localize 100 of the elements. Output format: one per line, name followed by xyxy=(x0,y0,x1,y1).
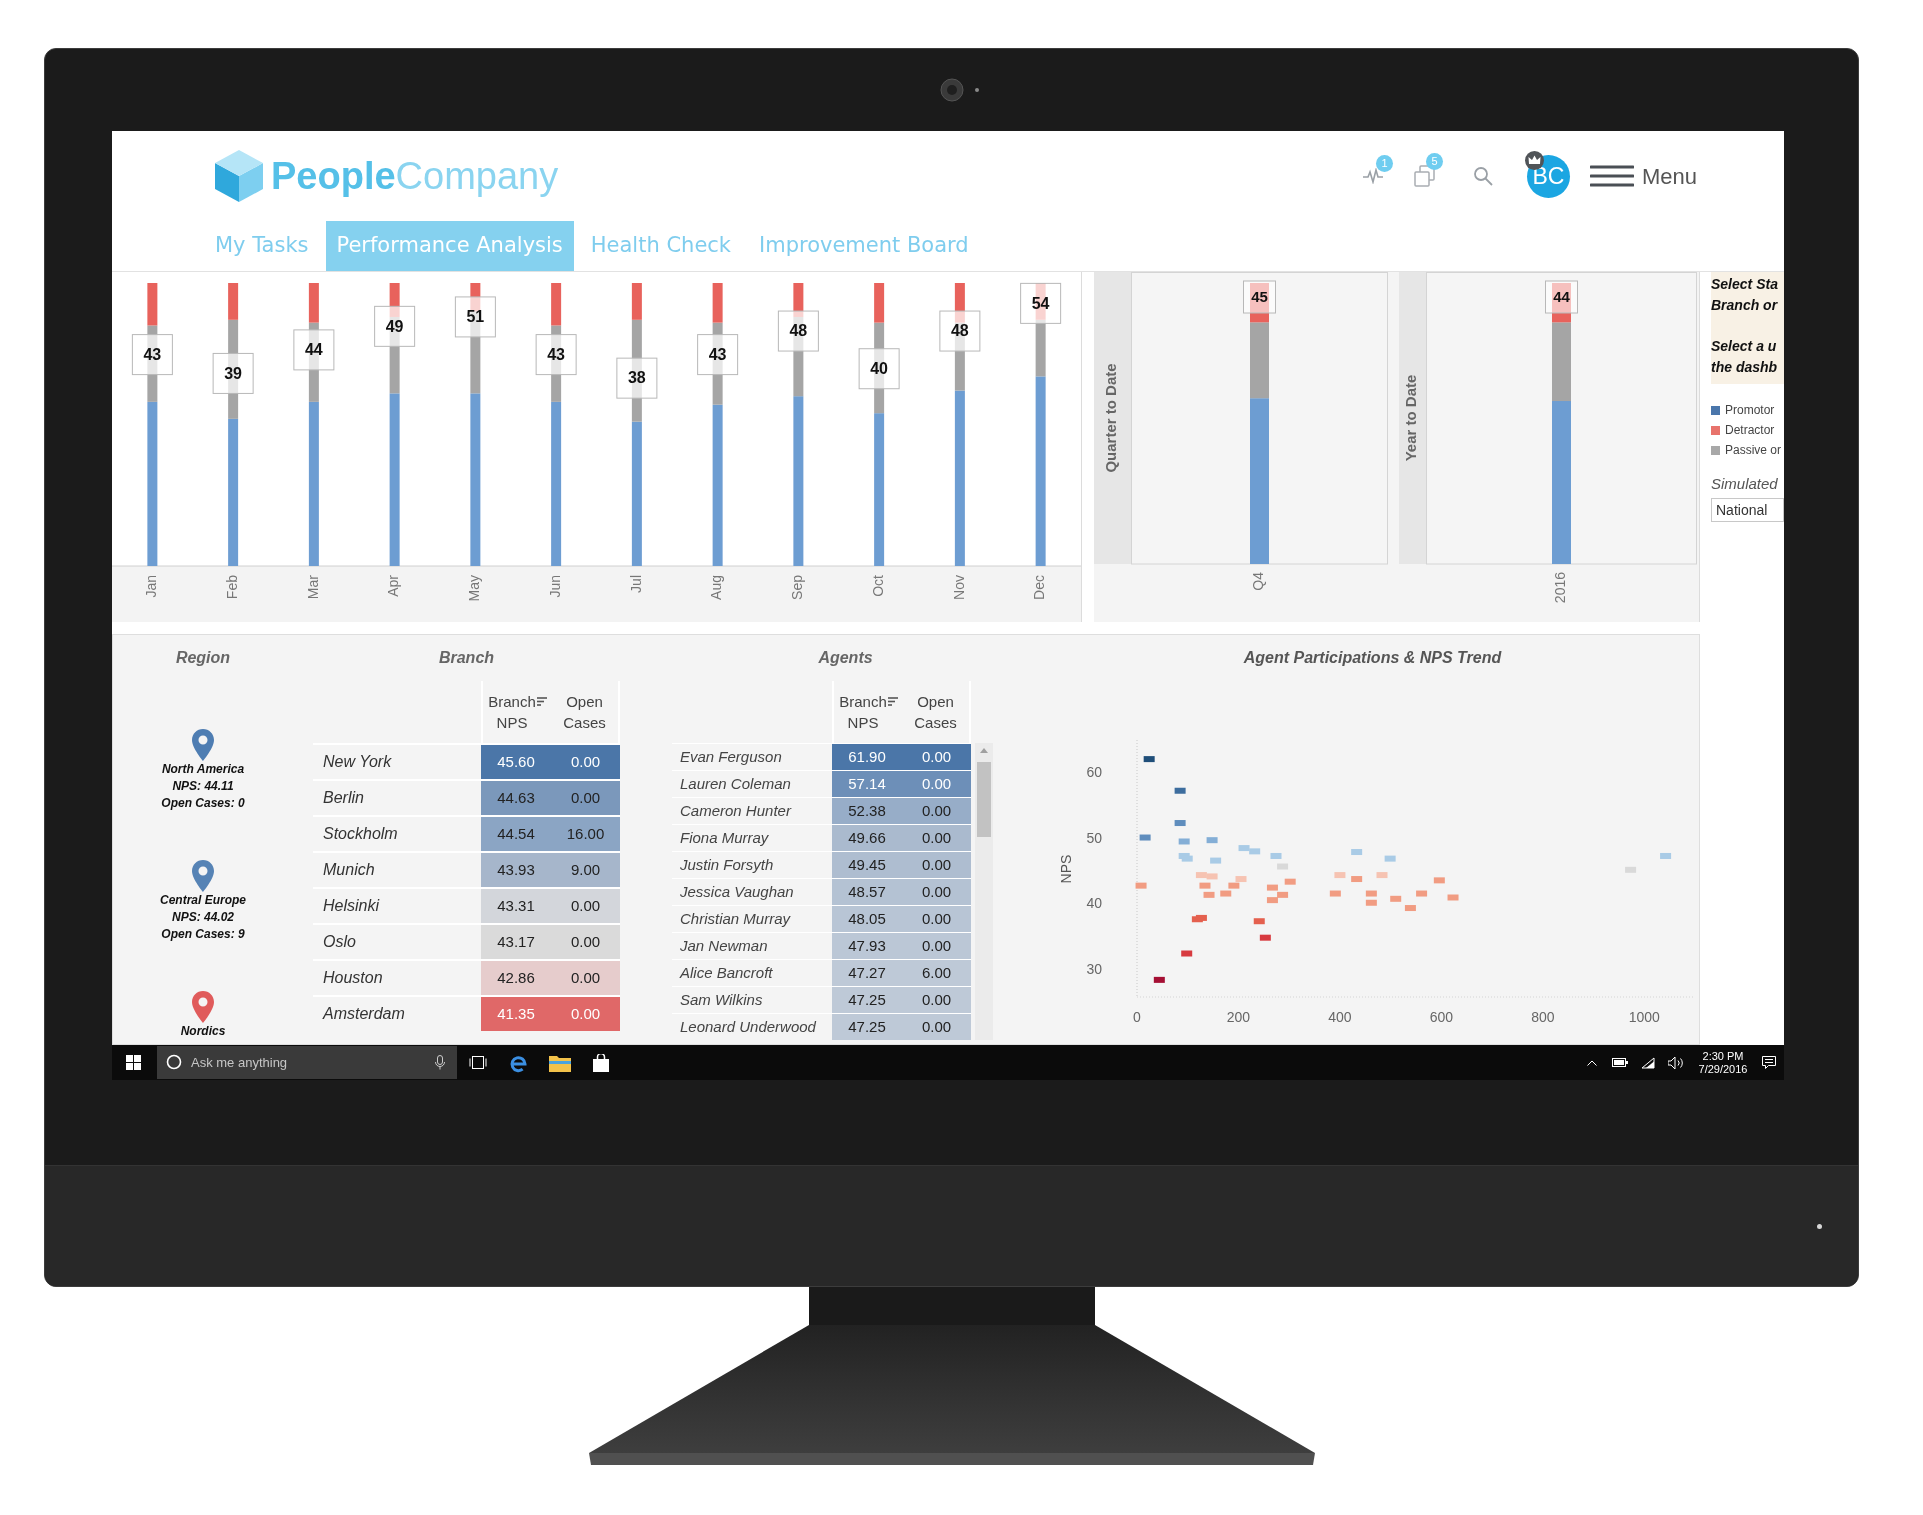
agent-name: Lauren Coleman xyxy=(680,773,791,794)
nps-cell: 52.38 xyxy=(832,798,902,824)
field-label: Simulated xyxy=(1711,474,1779,494)
value-label: 38 xyxy=(616,357,658,399)
note-line: the dashb xyxy=(1711,358,1779,377)
region-open-cases: Open Cases: 9 xyxy=(161,926,245,943)
branch-name: Helsinki xyxy=(323,896,379,916)
open-cases-cell: 0.00 xyxy=(902,906,971,932)
branch-name: Oslo xyxy=(323,932,356,952)
axis-label: May xyxy=(466,575,483,602)
axis-label: Jun xyxy=(546,575,563,598)
axis-label: Jan xyxy=(143,575,160,598)
region-name: Central Europe xyxy=(160,892,246,909)
tick-label: 60 xyxy=(1086,763,1102,780)
legend-label: Promotor xyxy=(1725,402,1775,418)
agent-name: Cameron Hunter xyxy=(680,800,791,821)
agent-name: Christian Murray xyxy=(680,908,791,929)
legend-label: Detractor xyxy=(1725,422,1775,438)
branch-name: Berlin xyxy=(323,788,364,808)
legend-label: Passive or xyxy=(1725,442,1782,458)
region-name: North America xyxy=(161,761,245,778)
region-name: Nordics xyxy=(180,1023,226,1040)
count-badge: 1 xyxy=(1375,155,1393,172)
tick-label: 400 xyxy=(1328,1008,1352,1025)
nps-cell: 57.14 xyxy=(832,771,902,797)
agent-name: Jan Newman xyxy=(680,935,768,956)
nps-cell: 42.86 xyxy=(481,961,551,995)
region-nps: NPS: 44.02 xyxy=(171,909,234,926)
axis-label: Q4 xyxy=(1250,572,1267,591)
axis-label: Aug xyxy=(708,575,725,600)
axis-label: Nov xyxy=(950,575,967,600)
region-open-cases: Open Cases: 0 xyxy=(161,795,245,812)
agent-name: Justin Forsyth xyxy=(680,854,774,875)
column-header: Open Cases xyxy=(913,692,958,733)
open-cases-cell: 0.00 xyxy=(551,889,620,923)
branch-name: Amsterdam xyxy=(323,1004,405,1024)
agent-name: Sam Wilkins xyxy=(680,989,763,1010)
count-badge: 5 xyxy=(1425,153,1443,170)
tick-label: 200 xyxy=(1226,1008,1251,1025)
nps-cell: 47.25 xyxy=(832,987,902,1013)
nps-cell: 43.93 xyxy=(481,853,551,887)
open-cases-cell: 0.00 xyxy=(902,771,971,797)
nps-cell: 44.63 xyxy=(481,781,551,815)
nps-cell: 49.45 xyxy=(832,852,902,878)
note-line: Branch or xyxy=(1711,296,1779,315)
axis-label: Dec xyxy=(1031,575,1048,600)
section-heading: Region xyxy=(175,648,231,668)
agent-name: Evan Ferguson xyxy=(680,746,782,767)
open-cases-cell: 0.00 xyxy=(551,961,620,995)
clock-time: 2:30 PM xyxy=(1702,1049,1744,1063)
value-label: 54 xyxy=(1020,282,1062,324)
open-cases-cell: 0.00 xyxy=(551,925,620,959)
open-cases-cell: 0.00 xyxy=(902,852,971,878)
value-label: 43 xyxy=(535,334,577,376)
value-label: 48 xyxy=(939,310,981,352)
region-nps: NPS: 44.11 xyxy=(172,778,234,795)
note-line: Select a u xyxy=(1711,337,1778,356)
nps-cell: 43.31 xyxy=(481,889,551,923)
section-heading: Agents xyxy=(818,648,873,668)
nps-cell: 41.35 xyxy=(481,997,551,1031)
open-cases-cell: 0.00 xyxy=(902,1014,971,1040)
axis-label: Sep xyxy=(789,575,806,600)
value-label: 44 xyxy=(1545,280,1578,314)
value-label: 45 xyxy=(1243,280,1276,314)
note-line: Select Sta xyxy=(1711,275,1779,294)
nps-cell: 49.66 xyxy=(832,825,902,851)
nps-cell: 48.05 xyxy=(832,906,902,932)
tick-label: 600 xyxy=(1429,1008,1454,1025)
chart-title: Agent Participations & NPS Trend xyxy=(1243,648,1502,668)
axis-label: Feb xyxy=(223,575,240,600)
tick-label: 30 xyxy=(1086,961,1102,978)
panel-title: Quarter to Date xyxy=(1102,363,1120,473)
agent-name: Alice Bancroft xyxy=(680,962,773,983)
value-label: 43 xyxy=(697,334,739,376)
branch-name: Munich xyxy=(323,860,375,880)
nps-cell: 44.54 xyxy=(481,817,551,851)
nps-cell: 61.90 xyxy=(832,744,902,770)
agent-name: Leonard Underwood xyxy=(680,1016,816,1037)
open-cases-cell: 9.00 xyxy=(551,853,620,887)
open-cases-cell: 16.00 xyxy=(551,817,620,851)
nps-cell: 47.93 xyxy=(832,933,902,959)
value-label: 51 xyxy=(454,296,496,338)
open-cases-cell: 0.00 xyxy=(902,744,971,770)
axis-label: 2016 xyxy=(1552,572,1569,604)
branch-name: Houston xyxy=(323,968,383,988)
panel-title: Year to Date xyxy=(1402,374,1420,462)
tick-label: 1000 xyxy=(1628,1008,1660,1025)
open-cases-cell: 0.00 xyxy=(902,987,971,1013)
value-label: 40 xyxy=(858,348,900,390)
tick-label: 800 xyxy=(1531,1008,1555,1025)
value-label: 44 xyxy=(293,329,335,371)
section-heading: Branch xyxy=(438,648,495,668)
axis-label: Mar xyxy=(304,575,321,600)
open-cases-cell: 0.00 xyxy=(902,933,971,959)
axis-label: Oct xyxy=(869,575,886,597)
open-cases-cell: 0.00 xyxy=(902,798,971,824)
open-cases-cell: 0.00 xyxy=(902,879,971,905)
value-label: 49 xyxy=(374,305,416,347)
agent-name: Fiona Murray xyxy=(680,827,769,848)
column-header: Open Cases xyxy=(562,692,607,733)
